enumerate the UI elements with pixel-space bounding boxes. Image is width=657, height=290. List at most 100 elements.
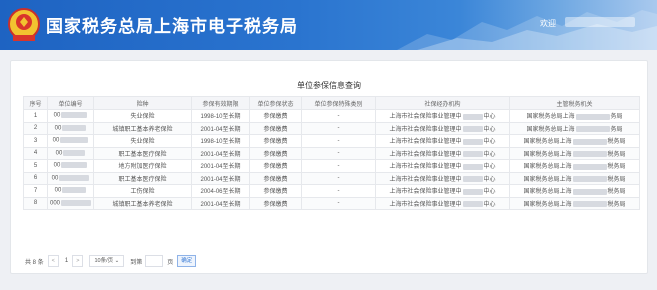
redacted-block [62, 187, 87, 194]
tax-text-b: 务局 [610, 126, 623, 133]
unit-id-prefix: 00 [52, 138, 60, 145]
tax-emblem-icon [8, 8, 40, 41]
cell-special-category: - [301, 146, 376, 160]
tax-text-a: 国家税务总局上海 [526, 114, 575, 121]
cell-unit-id: 00 [47, 159, 94, 173]
cell-no: 3 [23, 134, 48, 148]
agency-text-b: 中心 [483, 189, 496, 196]
cell-status: 参保缴费 [249, 159, 302, 173]
col-header-tax-authority: 主管税务机关 [509, 96, 640, 110]
cell-agency: 上海市社会保险事业管理中 中心 [375, 146, 510, 160]
table-row: 1 00 失业保险 1998-10至长期 参保缴费 - 上海市社会保险事业管理中 中心 国家税务… [23, 109, 640, 123]
agency-text-a: 上海市社会保险事业管理中 [389, 176, 462, 183]
agency-text-b: 中心 [483, 164, 496, 171]
col-header-insurance-type: 险种 [93, 96, 192, 110]
cell-agency: 上海市社会保险事业管理中 中心 [375, 171, 510, 185]
tax-text-b: 税务局 [607, 176, 626, 183]
cell-status: 参保缴费 [249, 134, 302, 148]
cell-tax-authority: 国家税务总局上海 税务局 [509, 146, 640, 160]
tax-text-a: 国家税务总局上海 [523, 151, 572, 158]
user-name-redacted[interactable] [565, 17, 635, 27]
redacted-block [462, 113, 483, 120]
redacted-block [60, 137, 89, 144]
cell-status: 参保缴费 [249, 109, 302, 123]
page-size-select[interactable]: 10条/页 ⌄ [89, 255, 125, 267]
tax-text-a: 国家税务总局上海 [523, 164, 572, 171]
tax-text-b: 税务局 [607, 151, 626, 158]
cell-agency: 上海市社会保险事业管理中 中心 [375, 134, 510, 148]
table-body: 1 00 失业保险 1998-10至长期 参保缴费 - 上海市社会保险事业管理中 中心 国家税务… [23, 109, 640, 210]
col-header-agency: 社保经办机构 [375, 96, 510, 110]
cell-valid-period: 2004-06至长期 [191, 184, 250, 198]
redacted-block [572, 188, 607, 195]
redacted-block [572, 176, 607, 183]
tax-text-a: 国家税务总局上海 [523, 189, 572, 196]
cell-unit-id: 00 [47, 134, 94, 148]
unit-id-prefix: 000 [49, 200, 60, 207]
agency-text-a: 上海市社会保险事业管理中 [389, 151, 462, 158]
welcome-text: 欢迎 [540, 19, 556, 28]
prev-page-button[interactable]: < [47, 255, 59, 267]
cell-special-category: - [301, 196, 376, 210]
confirm-button[interactable]: 确定 [177, 255, 197, 267]
tax-text-a: 国家税务总局上海 [523, 139, 572, 146]
col-header-special-category: 单位参保特殊类别 [301, 96, 376, 110]
redacted-block [59, 174, 90, 181]
agency-text-b: 中心 [483, 114, 496, 121]
redacted-block [462, 138, 483, 145]
redacted-block [462, 176, 483, 183]
cell-agency: 上海市社会保险事业管理中 中心 [375, 109, 510, 123]
cell-unit-id: 00 [47, 184, 94, 198]
redacted-block [62, 124, 87, 131]
col-header-unit-id: 单位编号 [47, 96, 94, 110]
current-page[interactable]: 1 [65, 256, 68, 266]
agency-text-a: 上海市社会保险事业管理中 [389, 164, 462, 171]
unit-id-prefix: 00 [55, 150, 63, 157]
cell-insurance-type: 工伤保险 [93, 184, 192, 198]
cell-special-category: - [301, 159, 376, 173]
cell-no: 6 [23, 171, 48, 185]
cell-valid-period: 1998-10至长期 [191, 134, 250, 148]
table-row: 2 00 城镇职工基本养老保险 2001-04至长期 参保缴费 - 上海市社会保险事业管理中… [23, 121, 640, 135]
redacted-block [462, 126, 483, 133]
goto-page-input[interactable] [145, 255, 164, 267]
agency-text-a: 上海市社会保险事业管理中 [389, 201, 462, 208]
tax-text-b: 税务局 [607, 139, 626, 146]
cell-agency: 上海市社会保险事业管理中 中心 [375, 184, 510, 198]
redacted-block [462, 201, 483, 208]
cell-no: 1 [23, 109, 48, 123]
cell-special-category: - [301, 121, 376, 135]
cell-no: 7 [23, 184, 48, 198]
cell-special-category: - [301, 171, 376, 185]
cell-tax-authority: 国家税务总局上海 税务局 [509, 134, 640, 148]
cell-status: 参保缴费 [249, 146, 302, 160]
cell-insurance-type: 失业保险 [93, 109, 192, 123]
redacted-block [462, 151, 483, 158]
table-row: 6 00 职工基本医疗保险 2001-04至长期 参保缴费 - 上海市社会保险事业管理中 中心… [23, 171, 640, 185]
redacted-block [572, 138, 607, 145]
cell-tax-authority: 国家税务总局上海 务局 [509, 109, 640, 123]
redacted-block [61, 199, 91, 206]
cell-valid-period: 2001-04至长期 [191, 121, 250, 135]
table-row: 3 00 失业保险 1998-10至长期 参保缴费 - 上海市社会保险事业管理中 中心 国家税务… [23, 134, 640, 148]
unit-id-prefix: 00 [53, 113, 61, 120]
agency-text-b: 中心 [483, 151, 496, 158]
cell-insurance-type: 失业保险 [93, 134, 192, 148]
next-page-button[interactable]: > [72, 255, 84, 267]
unit-id-prefix: 00 [54, 188, 62, 195]
total-count: 共 8 条 [25, 259, 44, 266]
unit-id-prefix: 00 [53, 163, 61, 170]
cell-tax-authority: 国家税务总局上海 税务局 [509, 159, 640, 173]
redacted-block [61, 112, 88, 119]
tax-text-b: 税务局 [607, 189, 626, 196]
tax-text-b: 税务局 [607, 201, 626, 208]
tax-text-b: 税务局 [607, 164, 626, 171]
cell-no: 5 [23, 159, 48, 173]
agency-text-b: 中心 [483, 176, 496, 183]
cell-no: 8 [23, 196, 48, 210]
page-unit-label: 页 [167, 259, 174, 266]
col-header-no: 序号 [23, 96, 48, 110]
cell-valid-period: 2001-04至长期 [191, 196, 250, 210]
cell-insurance-type: 城镇职工基本养老保险 [93, 121, 192, 135]
cell-unit-id: 00 [47, 109, 94, 123]
